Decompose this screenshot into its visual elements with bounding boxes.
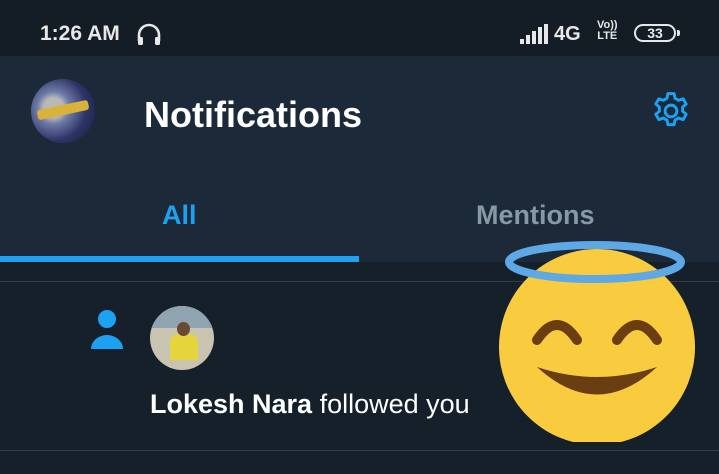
page-title: Notifications: [144, 94, 363, 135]
follower-avatar[interactable]: [150, 306, 214, 370]
network-type: 4G: [554, 23, 581, 45]
volte-bottom: LTE: [597, 30, 618, 42]
status-time: 1:26 AM: [40, 22, 120, 45]
smiling-face-with-halo-emoji: [499, 241, 695, 442]
notification-text: Lokesh Nara followed you: [150, 389, 470, 420]
notification-action: followed you: [312, 389, 470, 419]
volte-indicator: Vo)) LTE: [597, 20, 618, 42]
tab-all[interactable]: All: [162, 200, 197, 231]
follower-name[interactable]: Lokesh Nara: [150, 389, 312, 419]
active-tab-indicator: [0, 256, 359, 262]
tab-mentions[interactable]: Mentions: [476, 200, 595, 231]
person-icon: [91, 310, 123, 349]
battery-icon: 33: [634, 24, 680, 42]
gear-icon[interactable]: [649, 89, 693, 133]
signal-icon: [520, 24, 548, 44]
app-header: [0, 56, 719, 262]
divider: [0, 450, 719, 451]
profile-avatar[interactable]: [31, 79, 95, 143]
status-bar: 1:26 AM 4G Vo)) LTE 33: [0, 0, 719, 56]
headset-icon: [137, 23, 161, 45]
